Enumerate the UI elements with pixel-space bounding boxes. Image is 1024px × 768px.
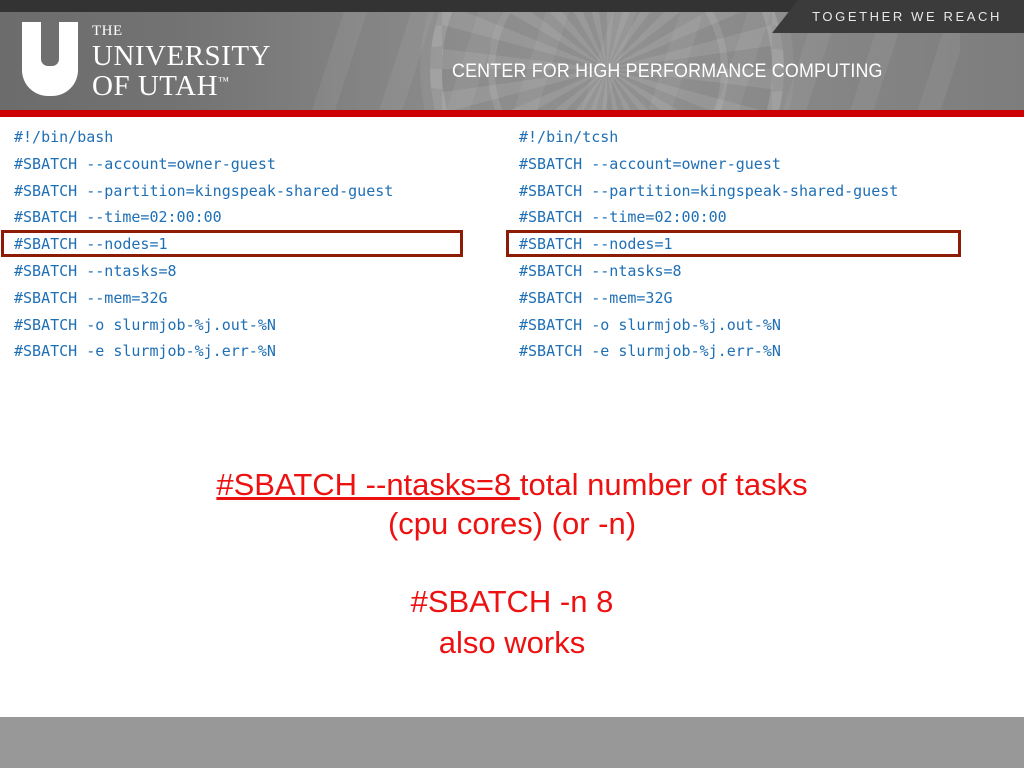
code-line: #SBATCH -e slurmjob-%j.err-%N <box>14 338 393 365</box>
footer-bar <box>0 717 1024 768</box>
code-line-text: #SBATCH --mem=32G <box>14 288 168 307</box>
block-u-logo-icon <box>22 22 78 96</box>
caption-n-shorthand-line2: also works <box>438 625 586 660</box>
code-line: #SBATCH --account=owner-guest <box>14 151 393 178</box>
code-line: #SBATCH --mem=32G <box>519 285 898 312</box>
caption-ntasks: #SBATCH --ntasks=8 total number of tasks… <box>0 465 1024 543</box>
code-line-highlighted: #SBATCH --nodes=1 <box>505 230 962 258</box>
code-line: #SBATCH --partition=kingspeak-shared-gue… <box>14 178 393 205</box>
code-block-bash: #!/bin/bash #SBATCH --account=owner-guest… <box>0 124 464 365</box>
code-line-text: #SBATCH -o slurmjob-%j.out-%N <box>519 315 781 334</box>
tagline-tab: TOGETHER WE REACH <box>772 0 1024 33</box>
code-line: #SBATCH --time=02:00:00 <box>14 204 393 231</box>
header-banner: FED. 28TH 1850 TOGETHER WE REACH THE UNI… <box>0 0 1024 110</box>
caption-n-shorthand-line1: #SBATCH -n 8 <box>410 584 614 619</box>
university-seal-watermark-icon: FED. 28TH 1850 <box>430 0 784 110</box>
code-line: #!/bin/bash <box>14 124 393 151</box>
caption-n-shorthand: #SBATCH -n 8 also works <box>0 581 1024 663</box>
code-line-text: #!/bin/tcsh <box>519 128 619 146</box>
wordmark-of-utah: OF UTAH™ <box>92 72 271 101</box>
code-line-text: #SBATCH -e slurmjob-%j.err-%N <box>14 342 276 361</box>
code-line-text: #SBATCH -e slurmjob-%j.err-%N <box>519 342 781 361</box>
code-line-text: #SBATCH --time=02:00:00 <box>14 208 222 227</box>
code-line-highlighted: #SBATCH --nodes=1 <box>0 230 464 258</box>
university-wordmark: THE UNIVERSITY OF UTAH™ <box>92 22 271 101</box>
code-line: #SBATCH -o slurmjob-%j.out-%N <box>519 312 898 339</box>
code-line-text: #SBATCH --ntasks=8 <box>519 261 682 280</box>
code-line-text: #SBATCH --account=owner-guest <box>14 154 276 173</box>
caption-ntasks-description: total number of tasks <box>519 467 808 502</box>
code-line-text: #SBATCH --nodes=1 <box>519 235 673 254</box>
code-line-text: #SBATCH --nodes=1 <box>14 235 168 254</box>
code-block-tcsh: #!/bin/tcsh #SBATCH --account=owner-guest… <box>505 124 962 365</box>
caption-ntasks-line2: (cpu cores) (or -n) <box>387 506 637 541</box>
wordmark-of-utah-text: OF UTAH <box>92 70 219 102</box>
code-line-text: #SBATCH --partition=kingspeak-shared-gue… <box>14 181 394 200</box>
seal-inner-ring <box>488 0 728 110</box>
code-line-text: #SBATCH --partition=kingspeak-shared-gue… <box>519 181 899 200</box>
header-red-rule <box>0 110 1024 117</box>
code-line: #SBATCH --time=02:00:00 <box>519 204 898 231</box>
code-line: #SBATCH --partition=kingspeak-shared-gue… <box>519 178 898 205</box>
wordmark-university: UNIVERSITY <box>92 40 271 72</box>
code-line: #SBATCH -e slurmjob-%j.err-%N <box>519 338 898 365</box>
wordmark-the: THE <box>92 23 123 39</box>
code-line: #SBATCH --ntasks=8 <box>14 258 393 285</box>
code-line: #!/bin/tcsh <box>519 124 898 151</box>
code-line-text: #!/bin/bash <box>14 128 114 146</box>
code-line: #SBATCH --ntasks=8 <box>519 258 898 285</box>
code-line: #SBATCH --mem=32G <box>14 285 393 312</box>
code-line-text: #SBATCH --ntasks=8 <box>14 261 177 280</box>
center-title: CENTER FOR HIGH PERFORMANCE COMPUTING <box>452 61 883 82</box>
code-line-text: #SBATCH --mem=32G <box>519 288 673 307</box>
code-line: #SBATCH -o slurmjob-%j.out-%N <box>14 312 393 339</box>
caption-ntasks-line1: #SBATCH --ntasks=8 total number of tasks <box>0 465 1024 504</box>
wordmark-trademark: ™ <box>218 75 230 88</box>
code-line-text: #SBATCH -o slurmjob-%j.out-%N <box>14 315 276 334</box>
code-line-text: #SBATCH --account=owner-guest <box>519 154 781 173</box>
caption-ntasks-directive: #SBATCH --ntasks=8 <box>216 467 520 502</box>
code-line: #SBATCH --account=owner-guest <box>519 151 898 178</box>
code-line-text: #SBATCH --time=02:00:00 <box>519 208 727 227</box>
university-logo-lockup: THE UNIVERSITY OF UTAH™ <box>22 22 271 101</box>
